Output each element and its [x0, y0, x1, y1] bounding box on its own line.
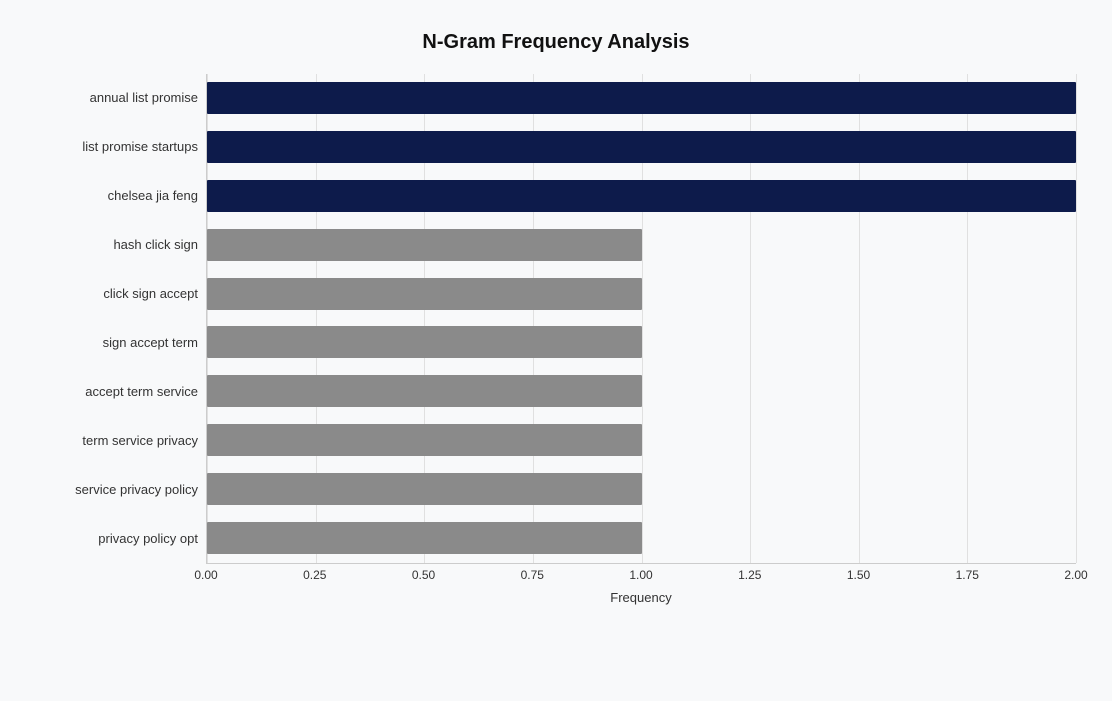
y-label: term service privacy	[36, 433, 198, 449]
chart-area: annual list promise list promise startups…	[36, 74, 1076, 564]
x-tick-label: 1.50	[843, 568, 875, 582]
bar	[207, 375, 642, 407]
bar-row	[207, 223, 1076, 267]
y-label: list promise startups	[36, 139, 198, 155]
x-tick-label: 0.75	[516, 568, 548, 582]
y-label: service privacy policy	[36, 482, 198, 498]
bar	[207, 473, 642, 505]
bar-row	[207, 272, 1076, 316]
x-axis-title: Frequency	[206, 590, 1076, 605]
x-tick-label: 1.25	[734, 568, 766, 582]
bar	[207, 229, 642, 261]
bar-row	[207, 418, 1076, 462]
x-axis-area: 0.000.250.500.751.001.251.501.752.00 Fre…	[36, 564, 1076, 605]
bar	[207, 82, 1076, 114]
y-label: accept term service	[36, 384, 198, 400]
bar-row	[207, 174, 1076, 218]
y-label: annual list promise	[36, 90, 198, 106]
plot-area	[206, 74, 1076, 564]
x-tick-label: 0.00	[190, 568, 222, 582]
x-tick-label: 0.50	[408, 568, 440, 582]
bar	[207, 522, 642, 554]
y-label: chelsea jia feng	[36, 188, 198, 204]
chart-title: N-Gram Frequency Analysis	[36, 31, 1076, 54]
bar-row	[207, 76, 1076, 120]
bar-row	[207, 125, 1076, 169]
x-tick-label: 2.00	[1060, 568, 1092, 582]
bar-row	[207, 369, 1076, 413]
y-label: privacy policy opt	[36, 531, 198, 547]
chart-container: N-Gram Frequency Analysis annual list pr…	[16, 11, 1096, 691]
y-label: sign accept term	[36, 335, 198, 351]
x-tick-label: 1.00	[625, 568, 657, 582]
x-tick-label: 1.75	[951, 568, 983, 582]
y-label: hash click sign	[36, 237, 198, 253]
bar-row	[207, 467, 1076, 511]
bar	[207, 131, 1076, 163]
bar-row	[207, 516, 1076, 560]
bar	[207, 278, 642, 310]
bar	[207, 180, 1076, 212]
x-tick-label: 0.25	[299, 568, 331, 582]
y-label: click sign accept	[36, 286, 198, 302]
bar	[207, 326, 642, 358]
bar	[207, 424, 642, 456]
y-labels: annual list promise list promise startups…	[36, 74, 206, 564]
bar-row	[207, 320, 1076, 364]
